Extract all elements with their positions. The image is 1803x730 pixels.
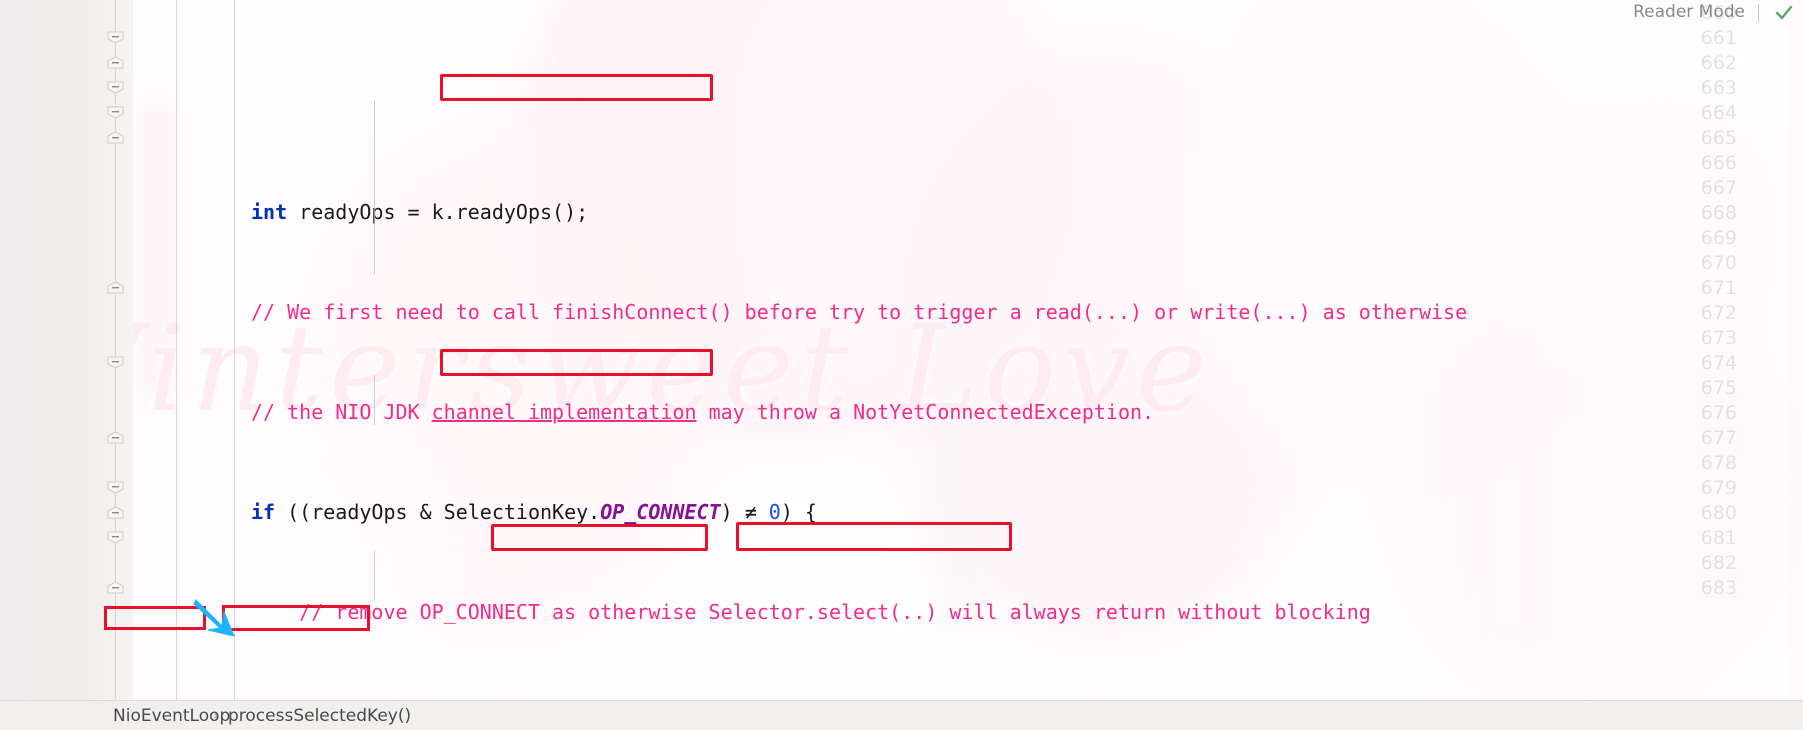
code-line: int readyOps = k.readyOps(); xyxy=(251,200,589,224)
cyan-arrow-annotation xyxy=(193,599,235,637)
fold-marker-collapse-icon[interactable] xyxy=(107,131,124,144)
fold-marker-collapse-icon[interactable] xyxy=(107,431,124,444)
fold-marker-collapse-icon[interactable] xyxy=(107,81,124,94)
fold-marker-collapse-icon[interactable] xyxy=(107,506,124,519)
fold-marker-collapse-icon[interactable] xyxy=(107,581,124,594)
indent-guide xyxy=(374,550,375,600)
fold-marker-collapse-icon[interactable] xyxy=(107,356,124,369)
fold-marker-collapse-icon[interactable] xyxy=(107,31,124,44)
green-checkmark-icon[interactable] xyxy=(1773,2,1795,24)
breadcrumb: NioEventLoop › processSelectedKey() xyxy=(0,700,1803,730)
indent-guide xyxy=(374,100,375,275)
fold-marker-collapse-icon[interactable] xyxy=(107,56,124,69)
fold-marker-collapse-icon[interactable] xyxy=(107,531,124,544)
annotation-box-breadcrumb-class xyxy=(104,606,206,630)
fold-marker-collapse-icon[interactable] xyxy=(107,281,124,294)
code-line: // We first need to call finishConnect()… xyxy=(251,300,1468,324)
editor-error-stripe[interactable] xyxy=(1789,0,1803,700)
code-folding-rail xyxy=(115,0,116,700)
code-line: // the NIO JDK channel implementation ma… xyxy=(251,400,1155,424)
indent-guide xyxy=(374,375,375,425)
code-line: if ((readyOps & SelectionKey.OP_CONNECT)… xyxy=(251,500,817,524)
code-text-area[interactable]: int readyOps = k.readyOps(); // We first… xyxy=(133,0,1803,724)
fold-marker-collapse-icon[interactable] xyxy=(107,481,124,494)
breadcrumb-item-method[interactable]: processSelectedKey() xyxy=(228,706,411,726)
breadcrumb-separator-icon: › xyxy=(213,707,219,724)
annotation-box-breadcrumb-method xyxy=(222,605,370,631)
ide-editor-window: Wintersweet Love 660 661 662 663 664 665 666 66… xyxy=(0,0,1803,730)
code-line: // remove OP_CONNECT as otherwise Select… xyxy=(251,600,1371,624)
reader-mode-label[interactable]: Reader Mode xyxy=(1633,2,1745,22)
toolbar-divider xyxy=(1758,4,1759,22)
fold-marker-collapse-icon[interactable] xyxy=(107,106,124,119)
